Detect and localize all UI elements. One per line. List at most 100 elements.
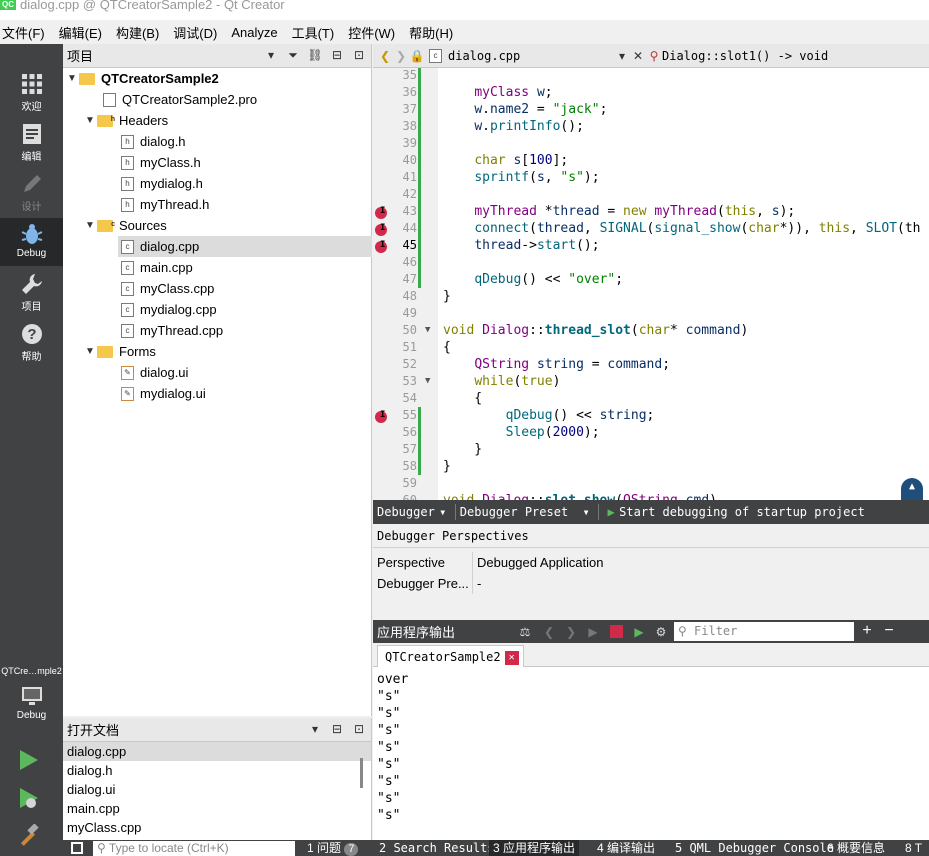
code-line: } — [443, 442, 483, 457]
tree-root[interactable]: ▼ QTCreatorSample2 — [65, 68, 219, 89]
tree-item-file[interactable]: h mydialog.h — [121, 173, 203, 194]
chevron-down-icon[interactable]: ▾ — [435, 504, 451, 520]
tree-item-file[interactable]: c main.cpp — [121, 257, 193, 278]
status-tab-issues[interactable]: 1 问题 7 — [307, 840, 359, 856]
code-line: QString string = command; — [474, 357, 671, 372]
start-debugging-icon[interactable]: ▶ — [603, 504, 619, 520]
run-icon[interactable] — [16, 748, 40, 772]
close-pane-icon[interactable]: ⊡ — [351, 47, 367, 63]
tree-item-file[interactable]: h myThread.h — [121, 194, 209, 215]
open-doc-item[interactable]: dialog.ui — [63, 780, 371, 799]
status-tab-application-output[interactable]: 3 应用程序输出 — [489, 840, 580, 856]
debug-run-icon[interactable]: ▶ — [631, 624, 647, 640]
output-tab[interactable]: QTCreatorSample2 ✕ — [377, 645, 524, 667]
zoom-out-icon[interactable]: − — [881, 623, 897, 639]
chevron-down-icon[interactable]: ▼ — [83, 110, 97, 131]
file-dropdown-icon[interactable]: ▾ — [614, 48, 630, 64]
current-file-name[interactable]: dialog.cpp — [448, 49, 614, 63]
tree-item-file[interactable]: ✎ dialog.ui — [121, 362, 188, 383]
tree-item-pro[interactable]: QTCreatorSample2.pro — [103, 89, 257, 110]
build-hammer-icon[interactable] — [16, 824, 40, 848]
breakpoint-marker[interactable]: I — [375, 410, 387, 423]
menu-build[interactable]: 构建(B) — [114, 23, 167, 42]
view-dropdown-icon[interactable]: ▾ — [263, 47, 279, 63]
mode-design[interactable]: 设计 — [0, 168, 63, 216]
issues-count-badge: 7 — [344, 843, 359, 856]
code-editor[interactable]: 35 36 37 38 39 40 41 42 43 44 45 46 47 48 49 50 51 52 53 54… — [373, 68, 929, 500]
tree-item-file[interactable]: h dialog.h — [121, 131, 186, 152]
attach-icon[interactable]: ⚖ — [517, 624, 533, 640]
open-doc-item[interactable]: main.cpp — [63, 799, 371, 818]
menu-tools[interactable]: 工具(T) — [290, 23, 343, 42]
mode-projects[interactable]: 项目 — [0, 268, 63, 316]
view-dropdown-icon[interactable]: ▾ — [307, 721, 323, 737]
open-doc-item[interactable]: myClass.cpp — [63, 818, 371, 837]
breakpoint-marker[interactable]: I — [375, 206, 387, 219]
folder-icon — [97, 345, 113, 358]
tree-item-file[interactable]: h myClass.h — [121, 152, 201, 173]
stop-icon[interactable] — [610, 625, 623, 638]
split-icon[interactable]: ⊟ — [329, 721, 345, 737]
back-arrow-icon[interactable]: ❮ — [377, 48, 393, 64]
open-doc-item[interactable]: dialog.cpp — [63, 742, 371, 761]
chevron-down-icon[interactable]: ▾ — [578, 504, 594, 520]
link-icon[interactable]: ⛓ — [307, 47, 323, 63]
perspective-row[interactable]: Debugger Pre... - — [373, 573, 929, 594]
start-debugging-icon[interactable] — [16, 786, 40, 810]
zoom-in-icon[interactable]: + — [859, 623, 875, 639]
fold-marker-icon[interactable]: ▼ — [425, 325, 430, 335]
tree-item-file[interactable]: c mydialog.cpp — [121, 299, 217, 320]
scrollbar-handle[interactable] — [360, 758, 363, 788]
tree-folder-sources[interactable]: ▼ c Sources — [83, 215, 167, 236]
scroll-widget[interactable]: ▲▼ — [901, 478, 923, 500]
debugger-preset-selector[interactable]: Debugger Preset — [460, 505, 568, 519]
menu-edit[interactable]: 编辑(E) — [57, 23, 110, 42]
tree-folder-forms[interactable]: ▼ Forms — [83, 341, 156, 362]
menu-file[interactable]: 文件(F) — [0, 23, 53, 42]
mode-edit[interactable]: 编辑 — [0, 118, 63, 166]
tree-item-file[interactable]: c myThread.cpp — [121, 320, 223, 341]
filter-icon[interactable]: ⏷ — [285, 47, 301, 63]
toggle-sidebar-icon[interactable] — [71, 842, 83, 854]
close-tab-icon[interactable]: ✕ — [504, 650, 519, 665]
current-symbol[interactable]: Dialog::slot1() -> void — [662, 49, 828, 63]
back-arrow-icon[interactable]: ❮ — [541, 624, 557, 640]
status-tab-general-messages[interactable]: 6 概要信息 — [827, 840, 885, 856]
close-editor-icon[interactable]: ✕ — [630, 48, 646, 64]
menu-debug[interactable]: 调试(D) — [171, 23, 225, 42]
tree-folder-headers[interactable]: ▼ h Headers — [83, 110, 168, 131]
menu-help[interactable]: 帮助(H) — [407, 23, 461, 42]
kit-selector[interactable]: Debug — [0, 680, 63, 734]
menu-analyze[interactable]: Analyze — [229, 25, 285, 40]
mode-welcome[interactable]: 欢迎 — [0, 68, 63, 116]
forward-arrow-icon[interactable]: ❯ — [563, 624, 579, 640]
tree-item-file[interactable]: c myClass.cpp — [121, 278, 214, 299]
tree-item-file[interactable]: ✎ mydialog.ui — [121, 383, 206, 404]
status-tab-more[interactable]: 8 T — [905, 840, 922, 856]
perspective-row[interactable]: Perspective Debugged Application — [373, 552, 929, 573]
locate-input[interactable]: ⚲ Type to locate (Ctrl+K) — [93, 841, 295, 856]
start-debugging-label[interactable]: Start debugging of startup project — [619, 505, 865, 519]
split-icon[interactable]: ⊟ — [329, 47, 345, 63]
scroll-up-icon[interactable]: ▲ — [901, 478, 923, 496]
output-filter-input[interactable]: ⚲ Filter — [674, 622, 854, 641]
close-pane-icon[interactable]: ⊡ — [351, 721, 367, 737]
open-doc-item[interactable]: dialog.h — [63, 761, 371, 780]
breakpoint-marker[interactable]: I — [375, 223, 387, 236]
status-tab-qml-console[interactable]: 5 QML Debugger Console — [675, 840, 834, 856]
chevron-down-icon[interactable]: ▼ — [83, 215, 97, 236]
gear-icon[interactable]: ⚙ — [653, 624, 669, 640]
status-tab-search-results[interactable]: 2 Search Results — [379, 840, 495, 856]
menu-widgets[interactable]: 控件(W) — [346, 23, 403, 42]
breakpoint-marker[interactable]: I — [375, 240, 387, 253]
status-tab-compile-output[interactable]: 4 编译输出 — [597, 840, 655, 856]
debugger-selector[interactable]: Debugger — [373, 505, 435, 519]
rerun-icon[interactable]: ▶ — [585, 624, 601, 640]
mode-debug[interactable]: Debug — [0, 218, 63, 266]
chevron-down-icon[interactable]: ▼ — [83, 341, 97, 362]
fold-marker-icon[interactable]: ▼ — [425, 376, 430, 386]
forward-arrow-icon[interactable]: ❯ — [393, 48, 409, 64]
chevron-down-icon[interactable]: ▼ — [65, 68, 79, 89]
mode-help[interactable]: ? 帮助 — [0, 318, 63, 366]
tree-item-file-selected[interactable]: c dialog.cpp — [118, 236, 372, 257]
